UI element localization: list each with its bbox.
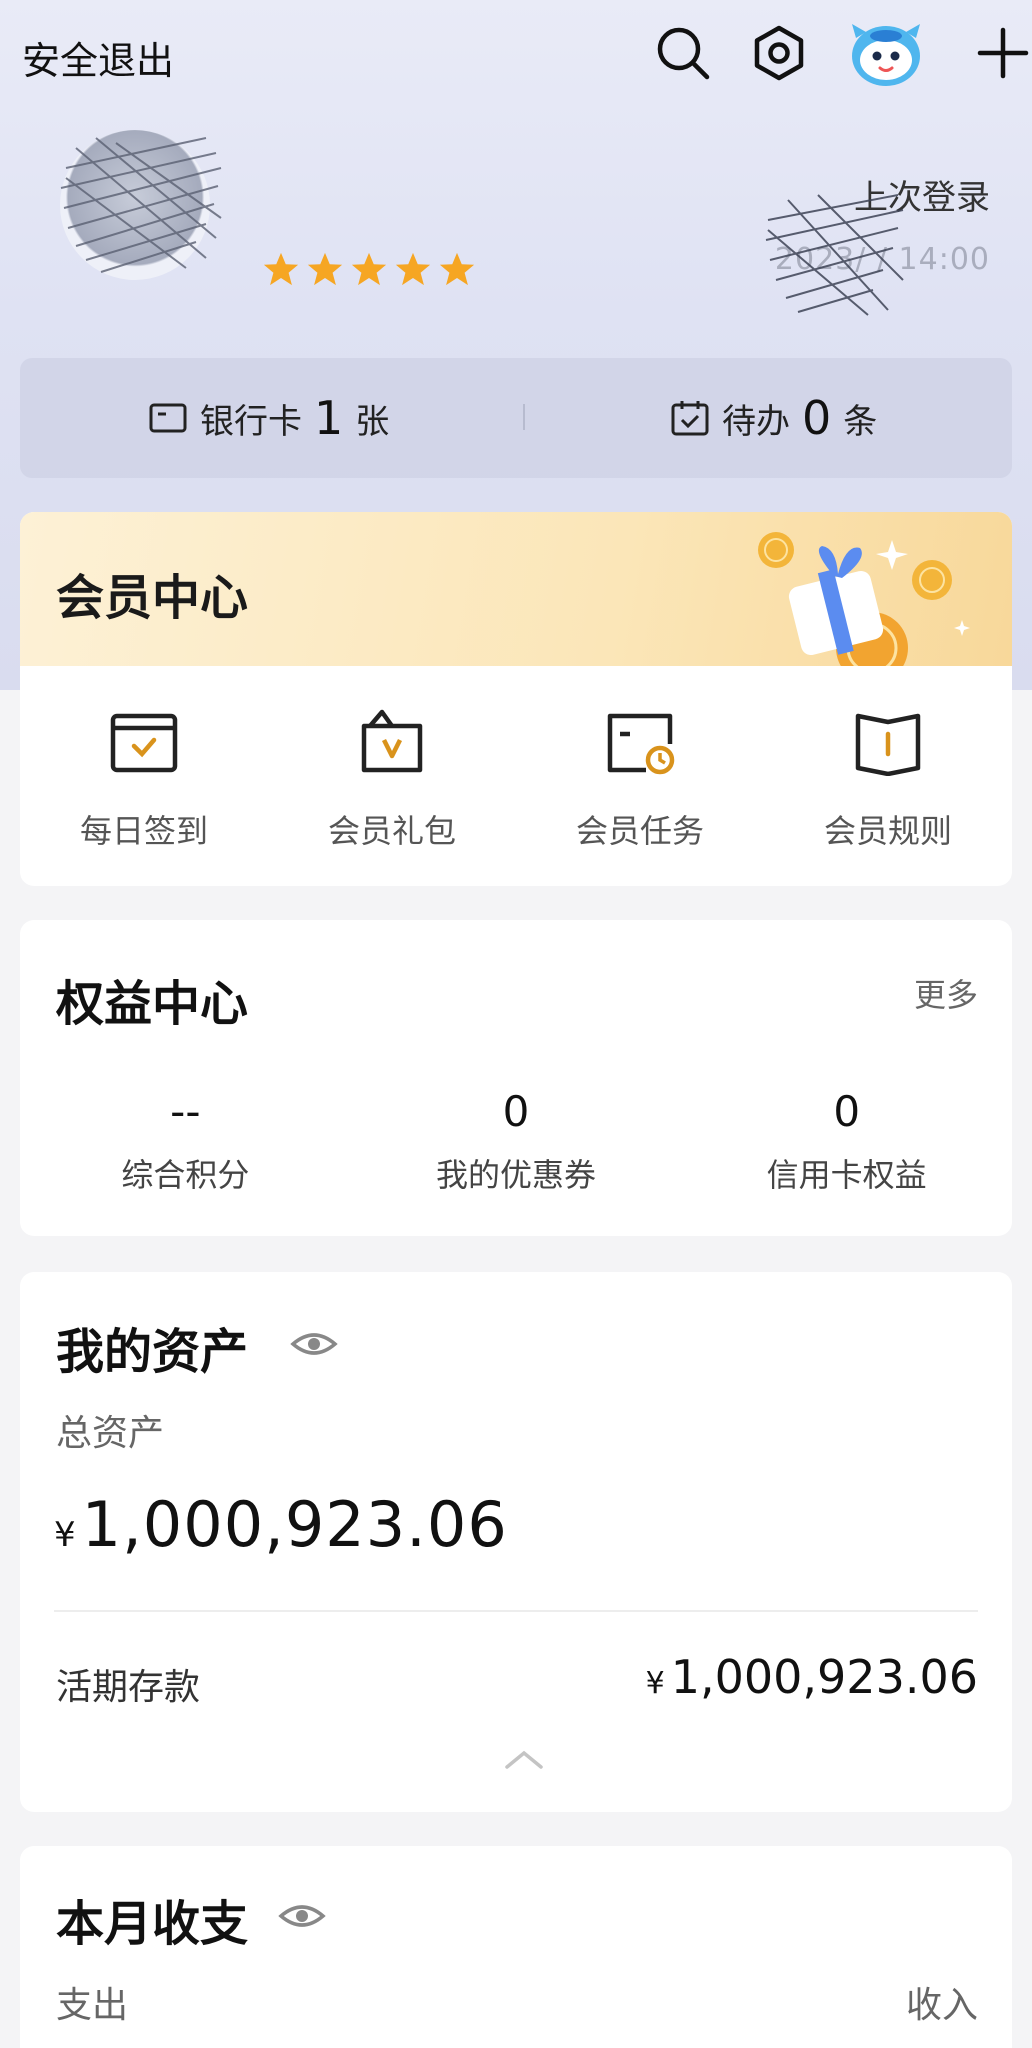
rights-item-credit-card[interactable]: 0 信用卡权益 xyxy=(681,1080,1012,1220)
star-icon xyxy=(439,252,475,286)
rules-book-icon xyxy=(855,713,921,776)
mascot-icon[interactable] xyxy=(846,16,926,88)
todo-label: 待办 xyxy=(722,401,790,442)
member-item-rules[interactable]: 会员规则 xyxy=(764,666,1012,886)
summary-divider xyxy=(523,404,525,430)
demand-deposit-label[interactable]: 活期存款 xyxy=(56,1658,200,1710)
total-assets-value: 1,000,923.06 xyxy=(81,1488,508,1561)
redaction-scribble xyxy=(60,137,222,273)
monthly-income-expense-card: 本月收支 支出 收入 xyxy=(20,1846,1012,2048)
my-assets-card: 我的资产 总资产 ¥ 1,000,923.06 活期存款 ¥ 1,000,923… xyxy=(20,1272,1012,1812)
gift-bag-icon xyxy=(361,709,423,773)
rights-item-points[interactable]: -- 综合积分 xyxy=(20,1080,351,1220)
member-center-card: 会员中心 每日签到 会员礼包 会员任务 会员规则 xyxy=(20,512,1012,886)
member-item-label: 会员规则 xyxy=(823,812,952,850)
monthly-title: 本月收支 xyxy=(56,1896,249,1952)
plus-icon[interactable] xyxy=(972,22,1032,84)
member-center-grid: 每日签到 会员礼包 会员任务 会员规则 xyxy=(20,666,1012,886)
rights-center-title: 权益中心 xyxy=(56,976,249,1032)
expense-label: 支出 xyxy=(56,1985,129,2026)
eye-icon[interactable] xyxy=(290,1328,338,1360)
redaction-scribble xyxy=(765,194,904,316)
calendar-check-icon xyxy=(671,401,709,436)
rating-stars xyxy=(262,250,476,288)
rights-label: 信用卡权益 xyxy=(766,1156,927,1194)
bank-card-count: 1 xyxy=(314,391,344,445)
member-center-header[interactable]: 会员中心 xyxy=(20,512,1012,666)
gift-coins-illustration xyxy=(758,532,970,666)
total-assets-amount: ¥ 1,000,923.06 xyxy=(54,1488,508,1561)
bank-card-summary[interactable]: 银行卡 1 张 xyxy=(148,358,389,478)
member-item-label: 会员礼包 xyxy=(327,812,456,850)
demand-deposit-value: 1,000,923.06 xyxy=(670,1650,978,1704)
star-icon xyxy=(263,252,299,286)
search-icon[interactable] xyxy=(652,22,714,84)
currency-symbol: ¥ xyxy=(54,1515,76,1555)
income-label: 收入 xyxy=(905,1985,978,2026)
member-item-label: 每日签到 xyxy=(79,812,208,850)
currency-symbol: ¥ xyxy=(645,1666,665,1701)
eye-icon[interactable] xyxy=(278,1900,326,1932)
star-icon xyxy=(351,252,387,286)
rights-value: -- xyxy=(170,1087,201,1136)
todo-unit: 条 xyxy=(843,401,878,442)
member-item-checkin[interactable]: 每日签到 xyxy=(20,666,268,886)
chevron-up-icon[interactable] xyxy=(504,1748,544,1770)
member-item-task[interactable]: 会员任务 xyxy=(516,666,764,886)
bank-card-label: 银行卡 xyxy=(200,401,302,442)
divider xyxy=(54,1610,978,1612)
rights-grid: -- 综合积分 0 我的优惠券 0 信用卡权益 xyxy=(20,1080,1012,1220)
rights-item-coupons[interactable]: 0 我的优惠券 xyxy=(351,1080,682,1220)
member-item-gift[interactable]: 会员礼包 xyxy=(268,666,516,886)
bank-card-unit: 张 xyxy=(355,401,390,442)
star-icon xyxy=(395,252,431,286)
demand-deposit-amount[interactable]: ¥ 1,000,923.06 xyxy=(646,1650,978,1704)
total-assets-label: 总资产 xyxy=(56,1413,165,1454)
settings-icon[interactable] xyxy=(748,22,810,84)
member-center-title: 会员中心 xyxy=(56,570,249,626)
rights-label: 综合积分 xyxy=(121,1156,250,1194)
checkin-icon xyxy=(110,713,178,773)
my-assets-title: 我的资产 xyxy=(56,1324,249,1380)
member-item-label: 会员任务 xyxy=(575,812,704,850)
rights-value: 0 xyxy=(502,1087,530,1136)
star-icon xyxy=(307,252,343,286)
top-bar: 安全退出 xyxy=(0,0,1032,110)
profile-section: 上次登录 2023/ / 14:00 xyxy=(0,110,1032,350)
bank-card-icon xyxy=(149,403,187,433)
rights-center-card: 权益中心 更多 -- 综合积分 0 我的优惠券 0 信用卡权益 xyxy=(20,920,1012,1236)
rights-more-link[interactable]: 更多 xyxy=(914,970,978,1016)
todo-summary[interactable]: 待办 0 条 xyxy=(670,358,877,478)
account-summary: 银行卡 1 张 待办 0 条 xyxy=(20,358,1012,478)
task-icon xyxy=(607,713,675,775)
rights-label: 我的优惠券 xyxy=(436,1156,597,1194)
todo-count: 0 xyxy=(802,391,832,445)
rights-value: 0 xyxy=(833,1087,861,1136)
logout-button[interactable]: 安全退出 xyxy=(22,30,174,85)
